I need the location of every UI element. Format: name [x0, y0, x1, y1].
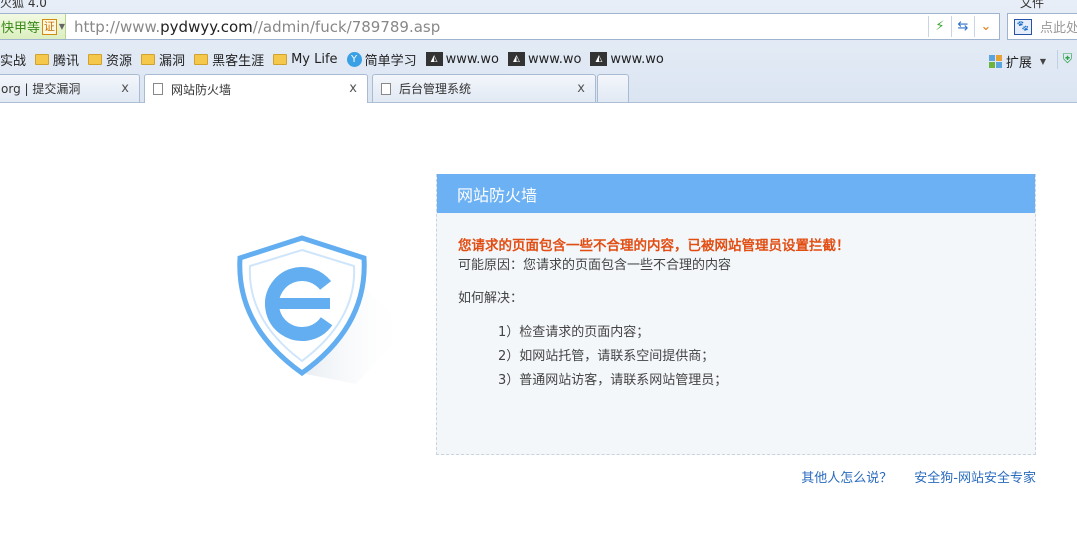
bookmarks-bar: 实战 腾讯 资源 漏洞 黑客生涯 My Life Y 简单学习 ◭ www.wo ◭…	[0, 47, 1077, 71]
certificate-icon: 证	[42, 18, 57, 35]
bookmark-label: 实战	[0, 53, 27, 69]
bookmark-label: 简单学习	[364, 53, 417, 69]
bookmark-item[interactable]: 漏洞	[141, 50, 185, 69]
browser-chrome: 火狐 4.0 文件 快甲等 证 ▼ http://www.pydwyy.com/…	[0, 0, 1077, 103]
window-title: 火狐 4.0	[0, 0, 47, 10]
bookmark-item[interactable]: 资源	[88, 50, 132, 69]
page-icon	[153, 83, 163, 95]
extensions-icon	[988, 55, 1002, 68]
bookmark-item[interactable]: ◭ www.wo	[425, 51, 499, 67]
panel-body: 您请求的页面包含一些不合理的内容，已被网站管理员设置拦截！ 可能原因：您请求的页…	[437, 213, 1035, 393]
chevron-down-icon: ▼	[1039, 57, 1046, 66]
address-bar[interactable]: 快甲等 证 ▼ http://www.pydwyy.com//admin/fuc…	[0, 13, 1000, 40]
extensions-button[interactable]: 扩展 ▼	[988, 52, 1046, 71]
bookmark-label: 资源	[106, 53, 133, 69]
tab-firewall[interactable]: 网站防火墙 x	[144, 74, 368, 103]
howto-label: 如何解决：	[458, 291, 524, 306]
bookmark-label: My Life	[291, 51, 338, 67]
bookmark-item[interactable]: 腾讯	[35, 50, 79, 69]
bookmark-label: www.wo	[528, 51, 582, 67]
bookmark-item[interactable]: 黑客生涯	[194, 50, 264, 69]
firewall-panel: 网站防火墙 您请求的页面包含一些不合理的内容，已被网站管理员设置拦截！ 可能原因…	[436, 174, 1036, 455]
shield-icon[interactable]: ⛨	[1057, 50, 1077, 69]
folder-icon	[141, 53, 156, 65]
lightning-icon[interactable]: ⚡	[928, 16, 951, 37]
tab-submit-vuln[interactable]: org | 提交漏洞 x	[0, 74, 140, 102]
block-warning: 您请求的页面包含一些不合理的内容，已被网站管理员设置拦截！	[458, 238, 850, 254]
bookmark-label: 漏洞	[159, 53, 186, 69]
close-icon[interactable]: x	[577, 81, 585, 96]
dropdown-icon[interactable]: ⌄	[974, 16, 997, 37]
site-icon: ◭	[425, 52, 443, 66]
folder-icon	[194, 53, 209, 65]
bookmark-item[interactable]: ◭ www.wo	[590, 51, 664, 67]
tab-label: 后台管理系统	[399, 82, 472, 96]
bookmark-item[interactable]: Y 简单学习	[346, 50, 417, 69]
safedog-shield-logo	[237, 235, 406, 384]
bookmark-label: www.wo	[610, 51, 664, 67]
file-menu[interactable]: 文件	[1020, 0, 1044, 10]
tab-label: 网站防火墙	[171, 82, 232, 97]
page-icon	[381, 82, 391, 95]
refresh-icon[interactable]: ⇆	[951, 16, 974, 37]
url-prefix: http://www.	[74, 18, 161, 36]
others-say-link[interactable]: 其他人怎么说？	[801, 467, 892, 486]
close-icon[interactable]: x	[349, 81, 357, 96]
bookmark-label: www.wo	[445, 51, 499, 67]
address-tools: ⚡ ⇆ ⌄	[928, 16, 997, 37]
tab-label: org | 提交漏洞	[1, 82, 81, 96]
bookmark-item[interactable]: ◭ www.wo	[508, 52, 581, 67]
title-strip: 火狐 4.0 文件	[0, 0, 1077, 10]
bookmark-item[interactable]: 实战	[0, 50, 26, 69]
chevron-down-icon: ▼	[58, 22, 65, 31]
safedog-link[interactable]: 安全狗-网站安全专家	[914, 467, 1036, 486]
extensions-label: 扩展	[1005, 56, 1032, 71]
panel-title: 网站防火墙	[437, 174, 1035, 213]
url-path: //admin/fuck/789789.asp	[252, 18, 441, 36]
y-badge-icon: Y	[346, 51, 362, 67]
url-domain: pydwyy.com	[160, 18, 253, 36]
security-badge[interactable]: 快甲等 证 ▼	[0, 14, 66, 39]
url-text[interactable]: http://www.pydwyy.com//admin/fuck/789789…	[74, 18, 440, 36]
close-icon[interactable]: x	[121, 81, 129, 96]
folder-icon	[35, 53, 50, 65]
folder-icon	[88, 53, 103, 65]
search-placeholder: 点此处	[1040, 21, 1077, 36]
solution-steps: 1）检查请求的页面内容； 2）如网站托管，请联系空间提供商； 3）普通网站访客，…	[458, 321, 1035, 393]
site-icon: ◭	[590, 52, 608, 66]
new-tab-button[interactable]	[597, 74, 629, 102]
tab-strip: org | 提交漏洞 x 网站防火墙 x 后台管理系统 x	[0, 74, 1077, 103]
bookmark-label: 腾讯	[53, 53, 80, 69]
tab-admin[interactable]: 后台管理系统 x	[372, 74, 596, 102]
solution-step: 1）检查请求的页面内容；	[498, 325, 650, 340]
search-box[interactable]: 🐾 点此处	[1007, 13, 1077, 40]
security-level-label: 快甲等	[1, 21, 41, 36]
bookmark-item[interactable]: My Life	[273, 51, 338, 67]
search-engine-icon[interactable]: 🐾	[1014, 18, 1032, 35]
solution-step: 2）如网站托管，请联系空间提供商；	[498, 349, 715, 364]
site-icon: ◭	[508, 52, 525, 66]
block-reason: 可能原因：您请求的页面包含一些不合理的内容	[458, 258, 732, 273]
footer-links: 其他人怎么说？ 安全狗-网站安全专家	[779, 467, 1036, 486]
solution-step: 3）普通网站访客，请联系网站管理员；	[498, 373, 728, 388]
folder-icon	[273, 53, 288, 65]
bookmark-label: 黑客生涯	[212, 53, 265, 69]
e-letter-bar	[276, 298, 330, 309]
